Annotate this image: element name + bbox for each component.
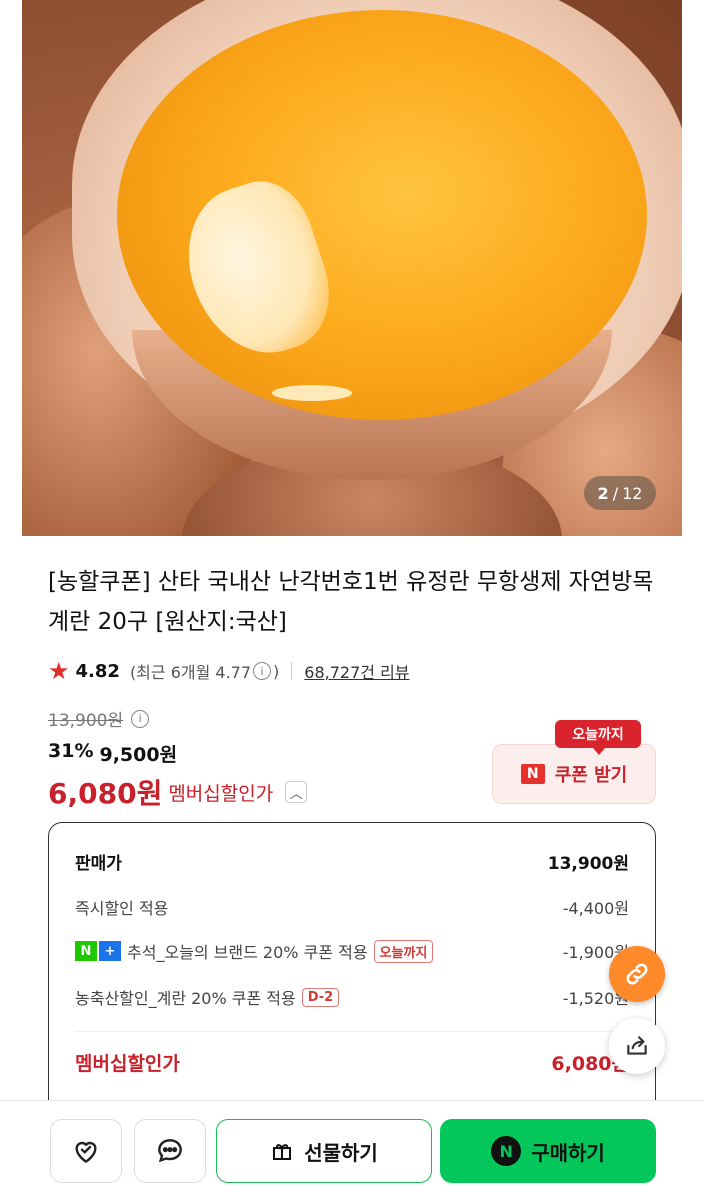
egg-yolk: [117, 10, 647, 420]
talk-button[interactable]: [134, 1119, 206, 1183]
recent-rating-close: ): [273, 661, 280, 681]
original-price-value: 13,900원: [48, 711, 124, 731]
rating-row: ★ 4.82 (최근 6개월 4.77 i ) 68,727건 리뷰: [48, 656, 410, 686]
share-button[interactable]: [609, 1018, 665, 1074]
member-price-row: 6,080원 멤버십할인가 ︿: [48, 772, 308, 812]
breakdown-row: N + 추석_오늘의 브랜드 20% 쿠폰 적용 오늘까지 -1,900원: [75, 939, 629, 963]
info-icon[interactable]: i: [131, 709, 150, 728]
naver-n-icon: N: [520, 764, 545, 784]
get-coupon-button[interactable]: N 쿠폰 받기: [492, 744, 656, 804]
recent-rating: (최근 6개월 4.77 i ): [130, 659, 279, 683]
product-image[interactable]: 2 / 12: [22, 0, 682, 536]
price-breakdown-panel: 판매가 13,900원 즉시할인 적용 -4,400원 N + 추석_오늘의 브랜…: [48, 822, 656, 1122]
pager-total: 12: [622, 483, 643, 503]
naver-plus-icon: N +: [75, 941, 121, 961]
discount-rate: 31%: [48, 740, 94, 762]
breakdown-value: -4,400원: [562, 899, 629, 918]
heart-check-icon: [75, 1141, 97, 1163]
gift-button-label: 선물하기: [304, 1140, 378, 1165]
coupon-button-label: 쿠폰 받기: [554, 765, 628, 786]
breakdown-value: 13,900원: [547, 854, 629, 874]
star-icon: ★: [48, 657, 70, 685]
coupon-deadline-badge: D-2: [301, 987, 340, 1007]
info-icon[interactable]: i: [253, 662, 272, 680]
reviews-link[interactable]: 68,727건 리뷰: [304, 659, 409, 683]
divider: [75, 1031, 629, 1032]
breakdown-total-row: 멤버십할인가 6,080원: [75, 1049, 629, 1076]
yolk-highlight: [272, 385, 352, 401]
recent-rating-text: (최근 6개월 4.77: [129, 663, 252, 682]
image-pager: 2 / 12: [584, 476, 656, 510]
rating-score: 4.82: [75, 660, 120, 682]
breakdown-label: 추석_오늘의 브랜드 20% 쿠폰 적용: [127, 943, 368, 962]
gift-icon: [273, 1144, 292, 1160]
pager-current: 2: [597, 483, 609, 503]
breakdown-label: 판매가: [75, 854, 122, 874]
breakdown-total-label: 멤버십할인가: [75, 1053, 180, 1075]
sale-price: 9,500원: [99, 744, 178, 766]
breakdown-label: 농축산할인_계란 20% 쿠폰 적용: [75, 989, 296, 1008]
share-icon: [627, 1036, 647, 1055]
breakdown-label: 즉시할인 적용: [75, 899, 169, 918]
member-price: 6,080원: [48, 777, 163, 810]
sale-price-row: 31% 9,500원: [48, 740, 177, 767]
chat-bubble-icon: [158, 1139, 182, 1163]
coupon-deadline-badge: 오늘까지: [373, 939, 434, 963]
breakdown-row: 판매가 13,900원: [75, 849, 629, 874]
breakdown-row: 농축산할인_계란 20% 쿠폰 적용 D-2 -1,520원: [75, 985, 629, 1009]
product-title: [농할쿠폰] 산타 국내산 난각번호1번 유정란 무항생제 자연방목 계란 20…: [48, 569, 654, 635]
link-icon: [626, 963, 648, 985]
buy-button[interactable]: N 구매하기: [440, 1119, 656, 1183]
wishlist-button[interactable]: [50, 1119, 122, 1183]
naver-pay-icon: N: [491, 1136, 522, 1166]
member-price-label: 멤버십할인가: [168, 782, 274, 805]
pager-separator: /: [612, 483, 619, 503]
bottom-action-bar: 선물하기 N 구매하기: [0, 1100, 704, 1200]
today-only-badge: 오늘까지: [555, 720, 641, 755]
chevron-up-icon[interactable]: ︿: [285, 781, 308, 803]
gift-button[interactable]: 선물하기: [216, 1119, 432, 1183]
buy-button-label: 구매하기: [531, 1140, 605, 1165]
breakdown-row: 즉시할인 적용 -4,400원: [75, 895, 629, 919]
original-price: 13,900원 i: [48, 706, 151, 731]
link-button[interactable]: [609, 946, 665, 1002]
divider: [291, 662, 293, 680]
